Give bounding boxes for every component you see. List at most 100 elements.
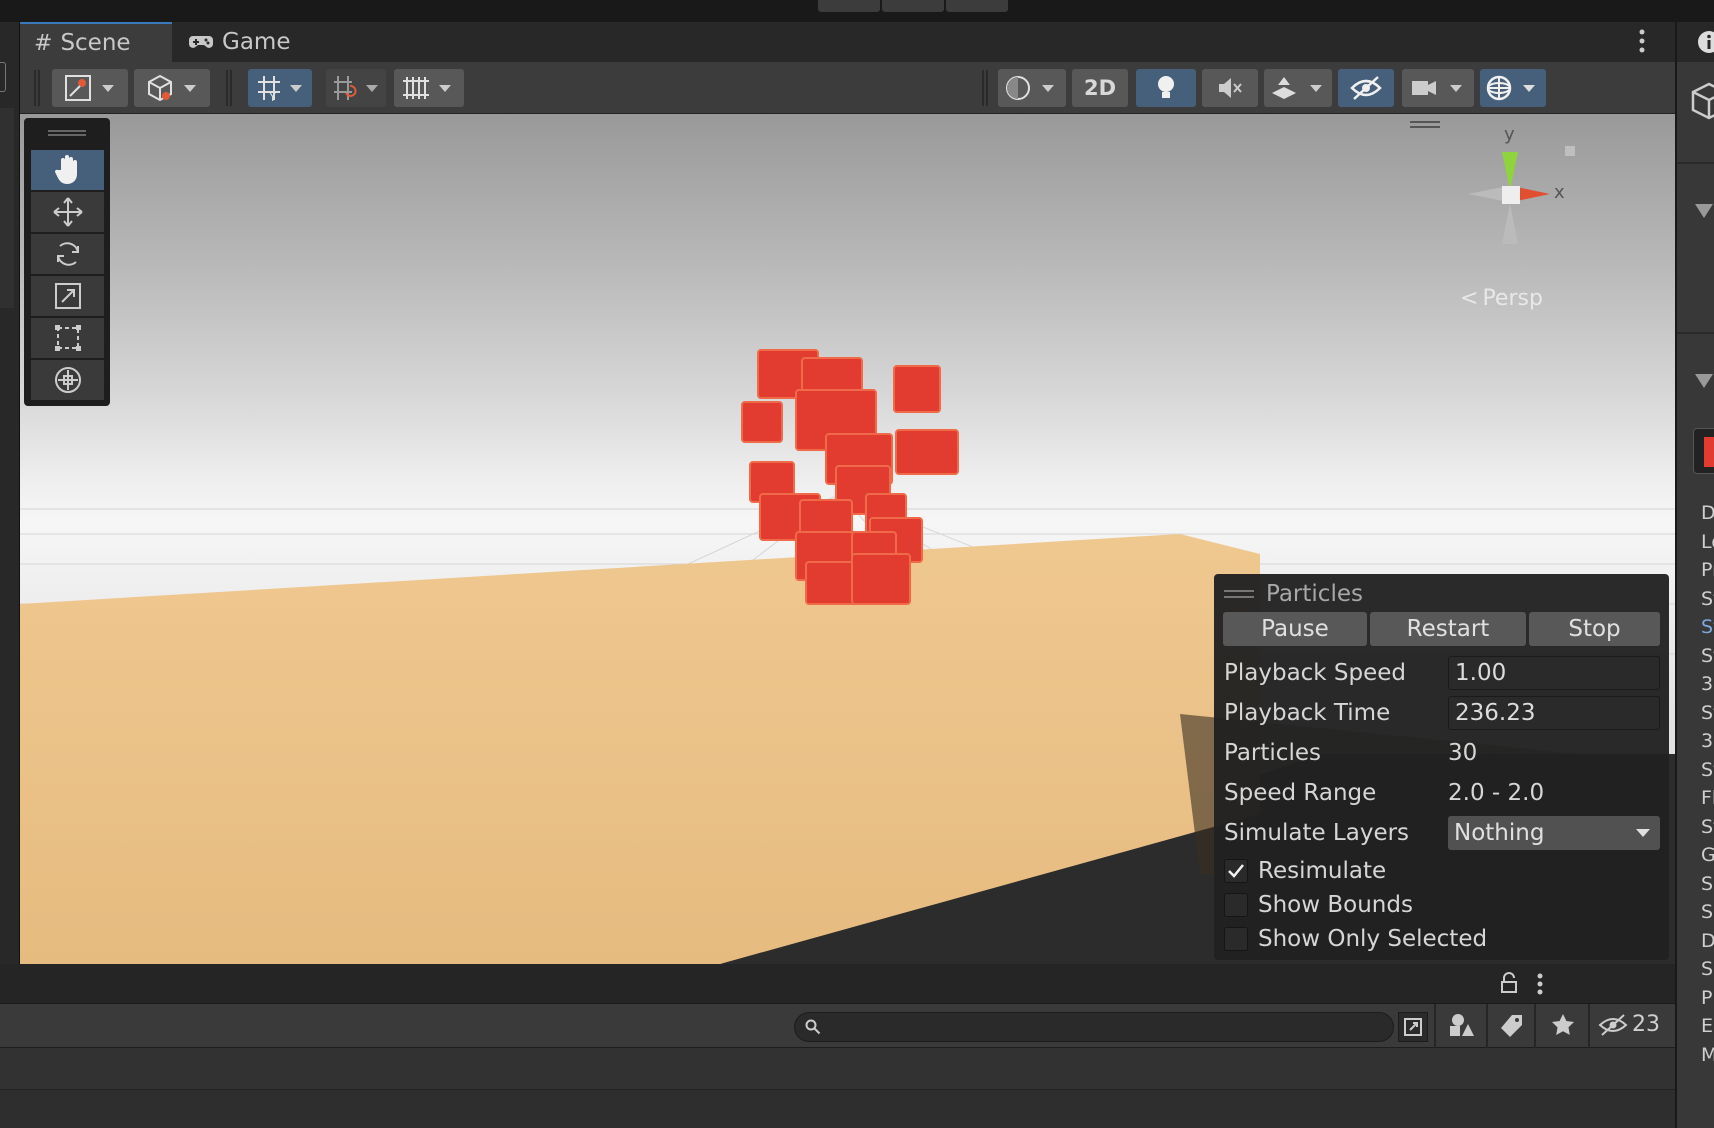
foldout-arrow-icon[interactable] [1695, 374, 1713, 388]
particles-overlay-title: Particles [1266, 581, 1363, 607]
rotate-icon [52, 238, 84, 270]
cube-icon [1691, 80, 1714, 124]
inspector-field-label: Er [1701, 1015, 1714, 1037]
inspector-field-label: De [1701, 930, 1714, 952]
pause-particles-button[interactable]: Pause [1223, 612, 1367, 646]
particles-overlay: Particles Pause Restart Stop Playback Sp… [1214, 574, 1669, 960]
scene-visibility-toggle[interactable] [1338, 69, 1394, 107]
increment-snap-dropdown[interactable] [394, 69, 464, 107]
left-panel-handle[interactable] [0, 62, 6, 92]
playback-time-field[interactable]: 236.23 [1448, 696, 1660, 730]
bottom-panel: 23 [0, 964, 1675, 1128]
gizmos-dropdown[interactable] [1480, 69, 1546, 107]
inspector-field-label: St [1701, 616, 1714, 638]
snap-increment-dropdown[interactable] [326, 69, 386, 107]
checkbox-empty-icon [1224, 927, 1248, 951]
resimulate-checkbox[interactable]: Resimulate [1224, 858, 1386, 884]
tab-game[interactable]: Game [174, 22, 326, 62]
show-only-selected-checkbox[interactable]: Show Only Selected [1224, 926, 1487, 952]
filter-by-type-icon[interactable] [1448, 1012, 1476, 1040]
stop-particles-button[interactable]: Stop [1529, 612, 1660, 646]
simulate-layers-dropdown[interactable]: Nothing [1448, 816, 1660, 850]
gamepad-icon [188, 33, 214, 51]
particles-count-value: 30 [1448, 740, 1478, 766]
color-swatch[interactable] [1693, 428, 1714, 474]
projection-toggle[interactable]: < Persp [1460, 286, 1543, 311]
step-button[interactable] [946, 0, 1008, 12]
inspector-field-label: Si [1701, 901, 1714, 923]
playback-speed-field[interactable]: 1.00 [1448, 656, 1660, 690]
restart-particles-button[interactable]: Restart [1370, 612, 1526, 646]
inspector-field-label: Sc [1701, 958, 1714, 980]
inspector-field-label: St [1701, 815, 1714, 838]
palette-grip[interactable] [48, 130, 86, 136]
playback-time-label: Playback Time [1224, 700, 1391, 726]
filter-by-label-icon[interactable] [1498, 1012, 1526, 1040]
inspector-tab-strip [1677, 22, 1714, 62]
particles-overlay-header[interactable]: Particles [1224, 580, 1363, 608]
shading-mode-dropdown[interactable] [998, 69, 1066, 107]
hand-icon [53, 154, 83, 186]
inspector-field-label: St [1701, 644, 1714, 667]
playback-speed-label: Playback Speed [1224, 660, 1407, 686]
resimulate-label: Resimulate [1258, 858, 1387, 884]
inspector-field-label: 3D [1701, 673, 1714, 695]
play-controls [818, 0, 1008, 12]
transform-tool-button[interactable] [31, 360, 104, 400]
orientation-gizmo[interactable]: y x < Persp [1440, 124, 1580, 314]
pause-button[interactable] [882, 0, 944, 12]
tool-handle-dropdown[interactable] [52, 69, 128, 107]
light-bulb-icon [1154, 73, 1178, 103]
hidden-objects-toggle[interactable]: 23 [1598, 1012, 1660, 1037]
effects-dropdown[interactable] [1264, 69, 1332, 107]
bottom-panel-row [0, 1090, 1675, 1128]
top-strip [0, 0, 1714, 22]
hidden-objects-count: 23 [1632, 1012, 1660, 1037]
inspector-field-label: Fl [1701, 787, 1714, 809]
svg-text:Y: Y [268, 90, 277, 103]
hand-tool-button[interactable] [31, 150, 104, 190]
toolbar-separator [982, 70, 988, 106]
rotate-tool-button[interactable] [31, 234, 104, 274]
show-only-selected-label: Show Only Selected [1258, 926, 1488, 952]
search-input[interactable] [794, 1012, 1394, 1042]
inspector-field-label: St [1701, 758, 1714, 781]
move-tool-button[interactable] [31, 192, 104, 232]
show-bounds-label: Show Bounds [1258, 892, 1413, 918]
grid-hash-icon: # [34, 30, 53, 56]
play-button[interactable] [818, 0, 880, 12]
bottom-toolbar: 23 [0, 1004, 1675, 1048]
transform-icon [52, 364, 84, 396]
speed-range-label: Speed Range [1224, 780, 1377, 806]
more-options-icon[interactable] [1638, 28, 1646, 54]
2d-toggle[interactable]: 2D [1072, 69, 1128, 107]
favorites-star-icon[interactable] [1550, 1012, 1576, 1038]
show-bounds-checkbox[interactable]: Show Bounds [1224, 892, 1413, 918]
eye-hidden-icon [1349, 73, 1383, 103]
lighting-toggle[interactable] [1136, 69, 1196, 107]
foldout-arrow-icon[interactable] [1695, 204, 1713, 218]
search-by-type-icon[interactable] [1398, 1012, 1428, 1042]
particles-count-label: Particles [1224, 740, 1321, 766]
grid-snap-toggle[interactable]: Y [248, 69, 312, 107]
tab-scene[interactable]: # Scene [20, 22, 172, 62]
toolbar-grip [34, 70, 40, 106]
chevron-left-icon: < [1460, 286, 1479, 311]
draw-mode-dropdown[interactable] [134, 69, 210, 107]
inspector-panel-edge: Du Lo Pr St St St 3D St 3D St Fl St Gr Si Si De Sc Pl Er M [1675, 22, 1714, 1128]
rect-tool-button[interactable] [31, 318, 104, 358]
camera-dropdown[interactable] [1402, 69, 1474, 107]
more-options-icon[interactable] [1536, 972, 1544, 996]
tab-game-label: Game [222, 29, 291, 55]
inspector-field-label: Du [1701, 502, 1714, 524]
dropdown-arrow-icon [1636, 828, 1650, 838]
simulate-layers-label: Simulate Layers [1224, 820, 1410, 846]
inspector-field-label: St [1701, 701, 1714, 724]
scale-tool-button[interactable] [31, 276, 104, 316]
gizmo-y-label: y [1504, 124, 1515, 145]
rect-transform-icon [52, 322, 84, 354]
lock-icon[interactable] [1500, 972, 1518, 994]
info-icon[interactable] [1697, 30, 1714, 54]
inspector-field-label: M [1701, 1044, 1714, 1066]
audio-toggle[interactable] [1202, 69, 1258, 107]
